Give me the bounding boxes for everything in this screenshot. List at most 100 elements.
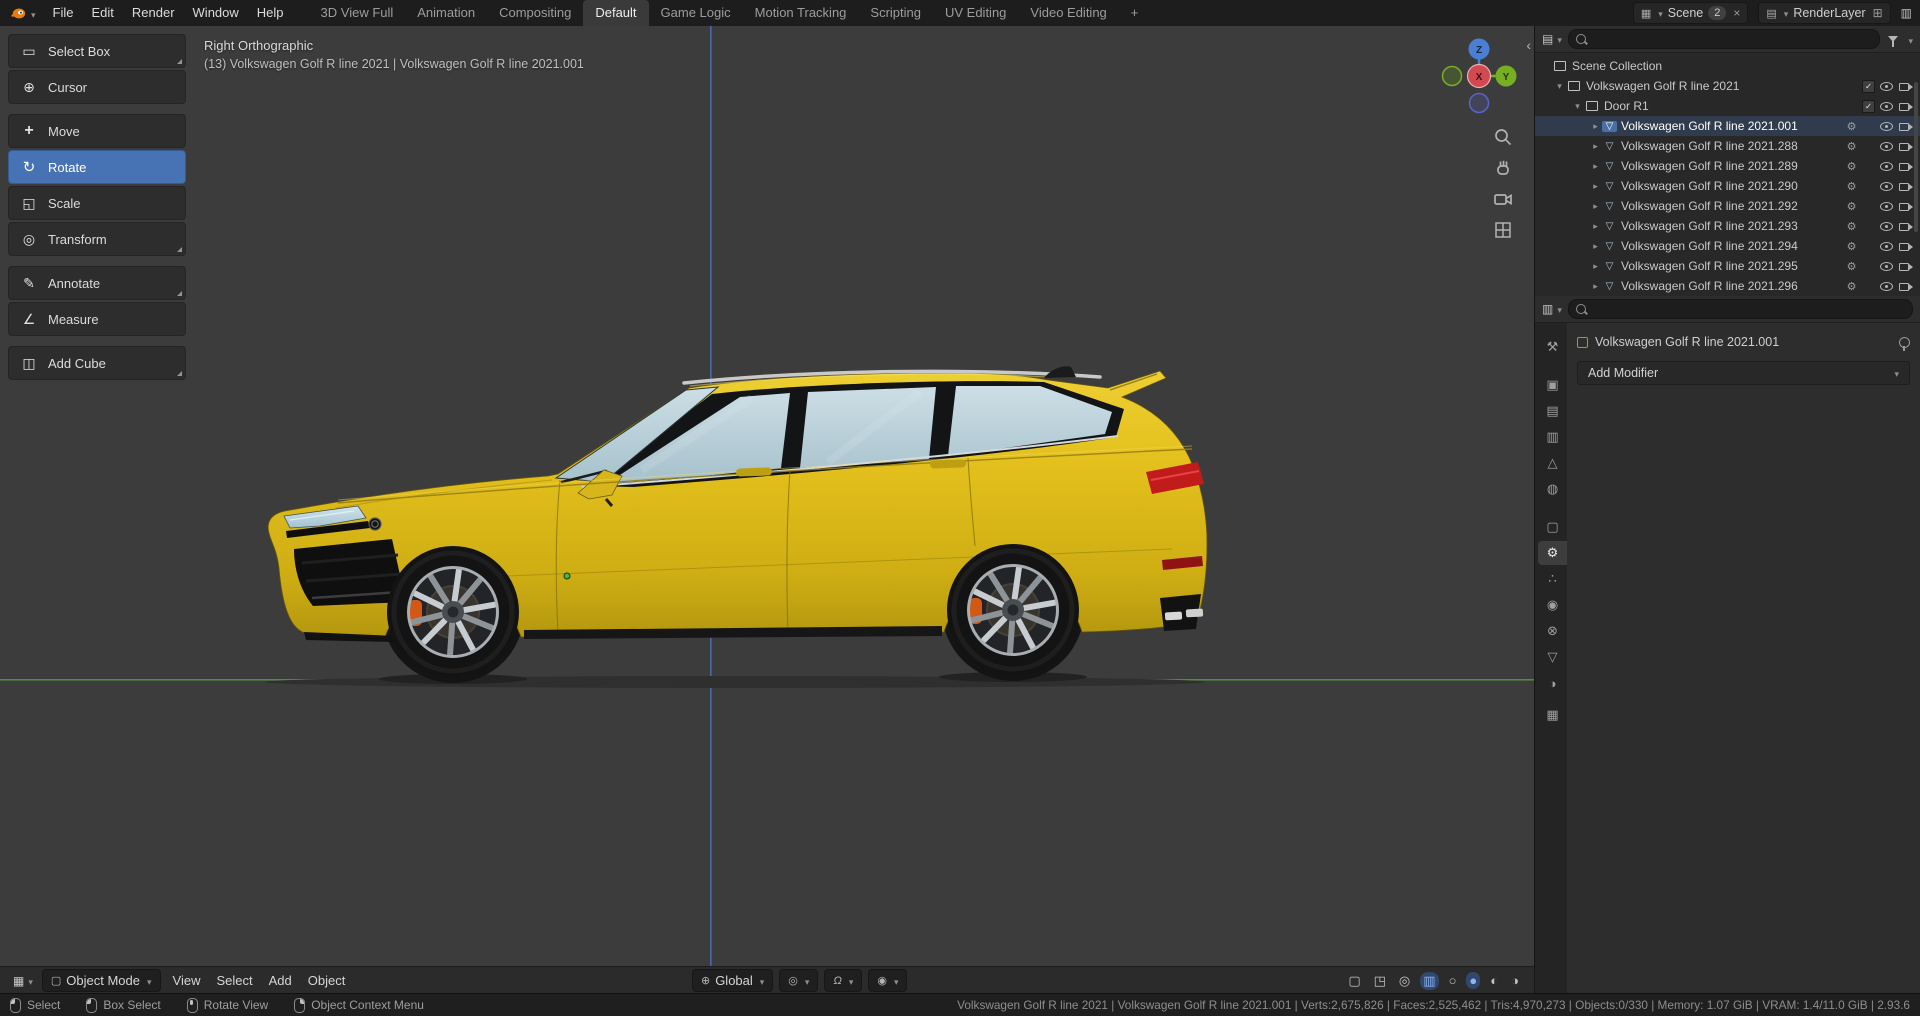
shading-rendered[interactable]: ◑ (1508, 972, 1522, 989)
workspace-tab[interactable]: 3D View Full (309, 0, 406, 26)
outliner-row[interactable]: ▸ Volkswagen Golf R line 2021.293 (1535, 216, 1920, 236)
particles[interactable]: ∴ (1538, 567, 1567, 591)
outliner-row[interactable]: Scene Collection (1535, 56, 1920, 76)
collection-checkbox[interactable] (1862, 99, 1875, 113)
expand-caret[interactable]: ▸ (1589, 181, 1602, 192)
modifiers[interactable]: ⚙ (1538, 541, 1567, 565)
render-camera-icon[interactable] (1898, 259, 1913, 273)
modifier-wrench-icon[interactable] (1845, 180, 1858, 193)
workspace-tab[interactable]: Game Logic (649, 0, 743, 26)
expand-caret[interactable]: ▸ (1589, 261, 1602, 272)
render-camera-icon[interactable] (1898, 279, 1913, 293)
view-layer[interactable]: ▥ (1538, 425, 1567, 449)
tool-button[interactable]: Transform (8, 222, 186, 256)
shading-wireframe[interactable]: ○ (1446, 972, 1460, 989)
modifier-wrench-icon[interactable] (1845, 140, 1858, 153)
outliner-search[interactable] (1567, 29, 1881, 49)
modifier-wrench-icon[interactable] (1845, 280, 1858, 293)
expand-caret[interactable]: ▸ (1589, 161, 1602, 172)
shading-solid[interactable]: ● (1466, 972, 1481, 989)
outliner-row[interactable]: ▸ Volkswagen Golf R line 2021.296 (1535, 276, 1920, 296)
gizmo-y-neg-axis[interactable] (1441, 65, 1463, 87)
properties-editor-button[interactable]: ▥ (1542, 302, 1562, 316)
proportional-editing[interactable]: ◉ (868, 969, 908, 992)
output[interactable]: ▤ (1538, 399, 1567, 423)
filter-funnel-icon[interactable] (1888, 36, 1899, 47)
visibility-eye-icon[interactable] (1879, 99, 1894, 113)
expand-caret[interactable]: ▾ (1571, 101, 1584, 112)
visibility-eye-icon[interactable] (1879, 279, 1894, 293)
car-model[interactable] (267, 366, 1208, 683)
outliner-row[interactable]: ▸ Volkswagen Golf R line 2021.294 (1535, 236, 1920, 256)
properties-search[interactable] (1567, 299, 1913, 319)
visibility-eye-icon[interactable] (1879, 139, 1894, 153)
scene-canvas[interactable] (0, 26, 1534, 994)
outliner-search-input[interactable] (1590, 31, 1873, 47)
modifier-wrench-icon[interactable] (1845, 220, 1858, 233)
gizmo-z-neg-axis[interactable] (1468, 92, 1490, 114)
outliner-editor-button[interactable]: ▤ (1542, 32, 1562, 46)
navigation-gizmo[interactable]: Z Y X (1436, 33, 1522, 119)
view-layer-selector[interactable]: ▤ RenderLayer ⊞ (1758, 2, 1891, 24)
menu-item[interactable]: Render (123, 5, 184, 20)
object-origin-dot[interactable] (563, 572, 571, 580)
modifier-wrench-icon[interactable] (1845, 260, 1858, 273)
tool-button[interactable]: Add Cube (8, 346, 186, 380)
outliner-row[interactable]: ▸ Volkswagen Golf R line 2021.288 (1535, 136, 1920, 156)
visibility-eye-icon[interactable] (1879, 259, 1894, 273)
workspace-tab[interactable]: Animation (405, 0, 487, 26)
viewport-menu-item[interactable]: Add (261, 968, 300, 994)
tool-button[interactable]: Measure (8, 302, 186, 336)
scene[interactable]: △ (1538, 451, 1567, 475)
viewport-menu-item[interactable]: Select (208, 968, 260, 994)
render-camera-icon[interactable] (1898, 179, 1913, 193)
outliner-row[interactable]: ▾ Volkswagen Golf R line 2021 (1535, 76, 1920, 96)
visibility-eye-icon[interactable] (1879, 159, 1894, 173)
tool-button[interactable]: Select Box (8, 34, 186, 68)
texture[interactable]: ▦ (1538, 703, 1567, 727)
overlays-toggle[interactable]: ◎ (1396, 972, 1413, 990)
visibility-eye-icon[interactable] (1879, 119, 1894, 133)
pin-icon[interactable] (1899, 336, 1910, 351)
workspace-tab[interactable]: UV Editing (933, 0, 1018, 26)
tool-button[interactable]: Move (8, 114, 186, 148)
tool-button[interactable]: Scale (8, 186, 186, 220)
outliner-row[interactable]: ▸ Volkswagen Golf R line 2021.001 (1535, 116, 1920, 136)
expand-caret[interactable]: ▸ (1589, 221, 1602, 232)
modifier-wrench-icon[interactable] (1845, 120, 1858, 133)
physics[interactable]: ◉ (1538, 593, 1567, 617)
tool-button[interactable]: Annotate (8, 266, 186, 300)
render-camera-icon[interactable] (1898, 119, 1913, 133)
pan-hand-icon[interactable] (1492, 157, 1514, 179)
render[interactable]: ▣ (1538, 373, 1567, 397)
xray-toggle[interactable]: ▥ (1420, 971, 1439, 990)
expand-caret[interactable]: ▸ (1589, 241, 1602, 252)
visibility-eye-icon[interactable] (1879, 179, 1894, 193)
scene-users-count[interactable]: 2 (1708, 6, 1727, 20)
render-camera-icon[interactable] (1898, 219, 1913, 233)
tool[interactable]: ⚒ (1538, 335, 1567, 359)
transform-pivot[interactable]: ◎ (779, 969, 819, 992)
visibility-eye-icon[interactable] (1879, 199, 1894, 213)
properties-search-input[interactable] (1590, 301, 1905, 317)
modifier-wrench-icon[interactable] (1845, 240, 1858, 253)
workspace-tab[interactable]: Video Editing (1018, 0, 1118, 26)
modifier-wrench-icon[interactable] (1845, 160, 1858, 173)
outliner-row[interactable]: ▸ Volkswagen Golf R line 2021.295 (1535, 256, 1920, 276)
tool-button[interactable]: Rotate (8, 150, 186, 184)
shading-material[interactable]: ◐ (1487, 972, 1501, 989)
render-camera-icon[interactable] (1898, 199, 1913, 213)
transform-orientation[interactable]: ⊕ Global (691, 969, 774, 992)
outliner-scrollbar[interactable] (1914, 82, 1918, 232)
world[interactable]: ◍ (1538, 477, 1567, 501)
outliner-row[interactable]: ▸ Volkswagen Golf R line 2021.290 (1535, 176, 1920, 196)
render-camera-icon[interactable] (1898, 99, 1913, 113)
workspace-tab[interactable]: Compositing (487, 0, 583, 26)
gizmo-toggle[interactable]: ◳ (1371, 972, 1389, 990)
workspace-tab[interactable]: Motion Tracking (743, 0, 859, 26)
render-camera-icon[interactable] (1898, 159, 1913, 173)
add-modifier-button[interactable]: Add Modifier (1577, 361, 1910, 385)
snapping-magnet[interactable]: Ω (824, 969, 863, 992)
new-view-layer-button[interactable]: ⊞ (1871, 6, 1883, 20)
camera-view-icon[interactable] (1492, 188, 1514, 210)
